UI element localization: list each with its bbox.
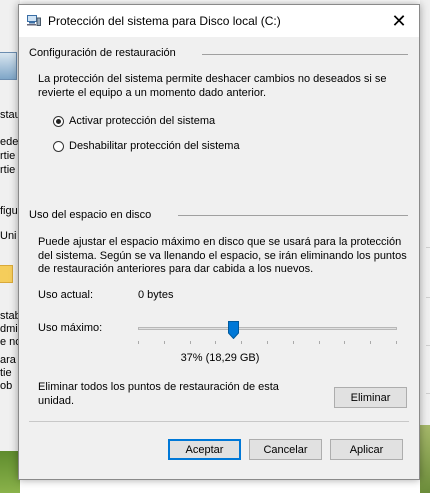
max-usage-slider-thumb[interactable] [228, 321, 240, 339]
background-text-fragment: staura [0, 109, 20, 121]
current-usage-label: Uso actual: [38, 289, 94, 301]
radio-disable-protection[interactable]: Deshabilitar protección del sistema [53, 140, 240, 152]
slider-tick [215, 341, 217, 344]
disk-usage-description: Puede ajustar el espacio máximo en disco… [38, 236, 407, 275]
radio-button[interactable] [53, 115, 64, 127]
background-window-left: staura ede rtie rtie figu Uni stab dmi e… [0, 0, 20, 493]
group-divider [202, 54, 408, 55]
background-text-fragment: stab [0, 310, 20, 322]
radio-button[interactable] [53, 140, 64, 152]
close-icon: ✕ [391, 10, 407, 31]
desktop-wallpaper [420, 425, 430, 493]
cancel-button[interactable]: Cancelar [249, 439, 322, 460]
slider-tick [189, 341, 191, 344]
background-text-fragment: ede [0, 136, 19, 148]
background-text-fragment: e no [0, 336, 20, 348]
computer-icon [27, 15, 41, 26]
slider-tick [138, 341, 139, 344]
disk-usage-header: Uso del espacio en disco [29, 209, 152, 221]
folder-icon [0, 265, 13, 283]
close-button[interactable]: ✕ [379, 5, 419, 37]
slider-tick [267, 341, 268, 344]
background-text-fragment: rtie [0, 150, 16, 162]
restore-settings-header: Configuración de restauración [29, 47, 176, 59]
group-divider [178, 215, 408, 216]
dialog-title: Protección del sistema para Disco local … [48, 14, 281, 28]
radio-selected-dot [56, 118, 61, 124]
slider-tick [241, 341, 243, 344]
background-text-fragment: figu [0, 205, 18, 217]
apply-button[interactable]: Aplicar [330, 439, 403, 460]
radio-enable-protection[interactable]: Activar protección del sistema [53, 115, 215, 127]
radio-label: Activar protección del sistema [69, 115, 216, 127]
title-bar[interactable]: Protección del sistema para Disco local … [19, 5, 419, 37]
slider-tick [396, 341, 397, 344]
restore-description: La protección del sistema permite deshac… [38, 73, 387, 99]
system-protection-dialog: Protección del sistema para Disco local … [18, 4, 420, 480]
ok-button[interactable]: Aceptar [168, 439, 241, 460]
background-text-fragment: ob [0, 380, 13, 392]
background-text-fragment: dmi [0, 323, 18, 335]
background-text-fragment: Uni [0, 230, 17, 242]
slider-tick [292, 341, 294, 344]
background-text-fragment: tie [0, 367, 12, 379]
slider-tick [370, 341, 372, 344]
background-window-right [420, 0, 430, 493]
slider-tick [318, 341, 320, 344]
slider-tick [163, 341, 165, 344]
current-usage-value: 0 bytes [138, 289, 174, 301]
max-usage-percent: 37% (18,29 GB) [180, 352, 260, 364]
radio-label: Deshabilitar protección del sistema [69, 140, 240, 152]
max-usage-label: Uso máximo: [38, 322, 103, 334]
delete-button[interactable]: Eliminar [334, 387, 407, 408]
desktop-wallpaper [0, 451, 20, 493]
delete-restore-points-text: Eliminar todos los puntos de restauració… [38, 381, 279, 407]
background-text-fragment: rtie [0, 164, 16, 176]
system-icon [0, 52, 17, 80]
bottom-divider [29, 421, 409, 422]
slider-tick [344, 341, 346, 344]
max-usage-slider-track[interactable] [138, 327, 397, 330]
background-text-fragment: ara [0, 354, 16, 366]
